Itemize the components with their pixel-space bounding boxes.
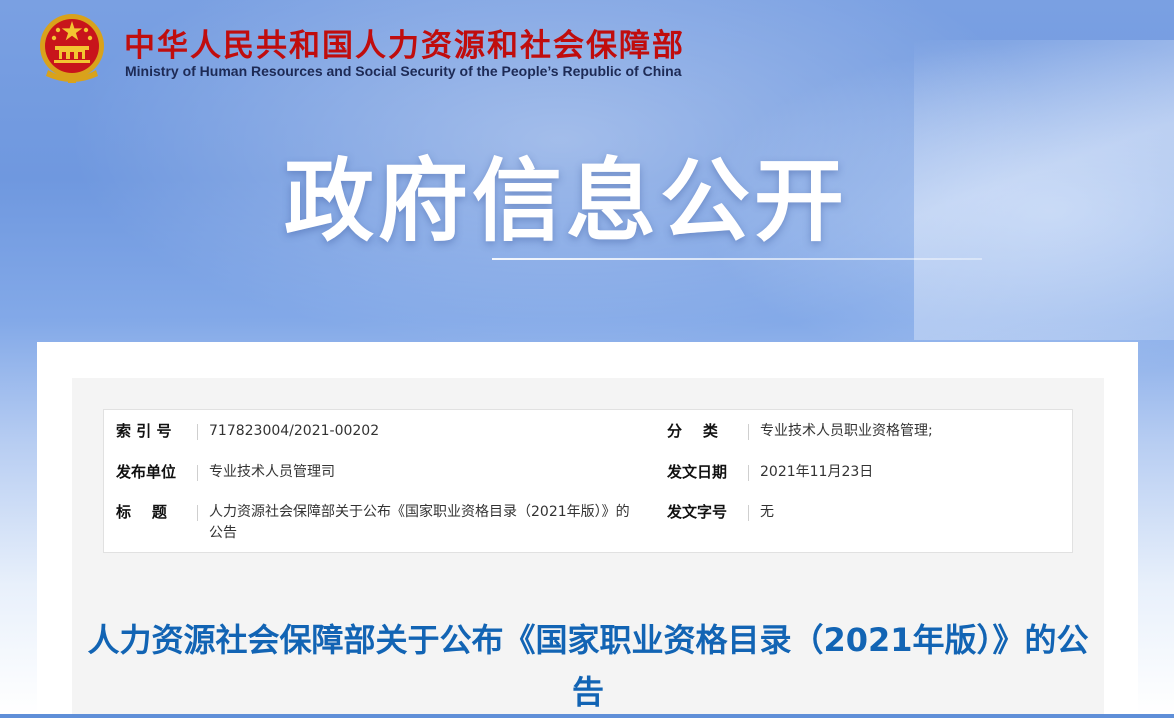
meta-date-label: 发文日期 <box>667 463 728 481</box>
meta-publisher-value: 专业技术人员管理司 <box>209 464 335 480</box>
meta-publisher-label: 发布单位 <box>116 463 177 481</box>
great-wall-background <box>914 40 1174 340</box>
meta-title-label: 标 题 <box>116 503 167 521</box>
meta-index-label: 索 引 号 <box>116 422 172 440</box>
org-name-cn: 中华人民共和国人力资源和社会保障部 <box>124 28 685 64</box>
meta-date-value: 2021年11月23日 <box>760 464 874 480</box>
meta-category-value: 专业技术人员职业资格管理; <box>760 423 933 439</box>
meta-separator <box>197 424 198 440</box>
meta-docno-label: 发文字号 <box>667 503 728 521</box>
meta-index-value: 717823004/2021-00202 <box>209 423 380 439</box>
national-emblem-icon[interactable] <box>38 12 106 84</box>
meta-category-label: 分 类 <box>667 422 718 440</box>
meta-separator <box>748 465 749 481</box>
meta-title-value: 人力资源社会保障部关于公布《国家职业资格目录（2021年版）》的公告 <box>209 504 630 541</box>
meta-docno-value: 无 <box>760 504 774 520</box>
meta-separator <box>197 465 198 481</box>
document-metadata-table: 索 引 号 717823004/2021-00202 分 类 专业技术人员职业资… <box>103 409 1073 553</box>
org-name-en: Ministry of Human Resources and Social S… <box>125 63 682 79</box>
section-title: 政府信息公开 <box>284 149 848 254</box>
title-underline <box>492 258 982 260</box>
meta-separator <box>197 505 198 521</box>
meta-separator <box>748 505 749 521</box>
meta-separator <box>748 424 749 440</box>
document-title: 人力资源社会保障部关于公布《国家职业资格目录（2021年版）》的公告 <box>87 621 1089 711</box>
